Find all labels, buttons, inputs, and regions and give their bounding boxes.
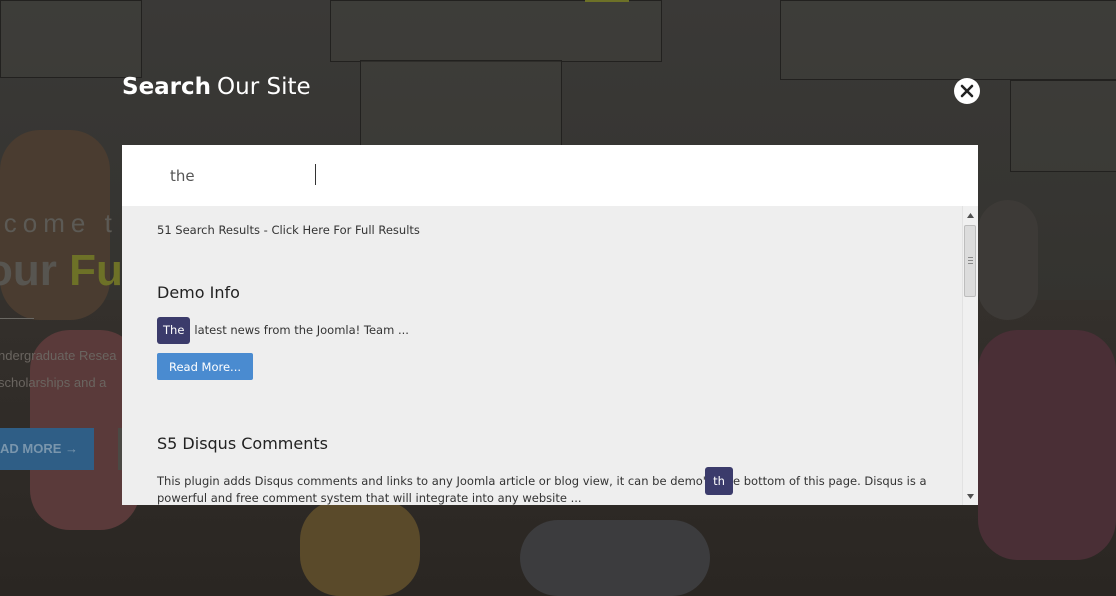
result-snippet-text: This plugin adds Disqus comments and lin…: [157, 474, 729, 488]
background-accent-bar: [585, 0, 629, 2]
background-person: [978, 330, 1116, 560]
result-snippet-text: e bottom of this page. Disqus is a: [733, 474, 927, 488]
background-brick: [360, 60, 562, 147]
page: lcome t our Fu ndergraduate Resea schola…: [0, 0, 1116, 596]
background-person: [300, 500, 420, 596]
overlay-title: Search Our Site: [122, 74, 311, 100]
background-divider: [0, 318, 34, 319]
background-brick: [330, 0, 662, 62]
search-box: [122, 145, 978, 206]
results-scrollbar[interactable]: [962, 206, 978, 505]
background-headline: our Fu: [0, 246, 123, 296]
search-input[interactable]: [166, 161, 934, 191]
background-brick: [780, 0, 1116, 80]
background-headline-prefix: our: [0, 246, 57, 295]
background-welcome-text: lcome t: [0, 208, 118, 238]
read-more-button[interactable]: Read More...: [157, 353, 253, 380]
result-title[interactable]: Demo Info: [157, 283, 240, 302]
result-snippet: This plugin adds Disqus comments and lin…: [157, 473, 729, 490]
result-snippet: The latest news from the Joomla! Team ...: [157, 317, 409, 344]
background-read-more-button: AD MORE →: [0, 428, 94, 470]
scroll-up-arrow-icon[interactable]: [963, 207, 978, 223]
search-highlight: The: [157, 317, 191, 344]
text-caret: [315, 164, 316, 185]
overlay-title-light: Our Site: [217, 74, 311, 100]
search-highlight: th: [705, 467, 733, 495]
results-summary-link[interactable]: 51 Search Results - Click Here For Full …: [157, 223, 420, 237]
overlay-title-bold: Search: [122, 74, 212, 100]
background-text-line: ndergraduate Resea: [0, 348, 117, 363]
background-brick: [1010, 80, 1116, 172]
result-snippet-text: latest news from the Joomla! Team ...: [194, 323, 409, 337]
background-person: [978, 200, 1038, 320]
scroll-down-arrow-icon[interactable]: [963, 488, 978, 504]
background-text-line: scholarships and a: [0, 375, 107, 390]
background-headline-highlight: Fu: [69, 246, 123, 295]
close-icon: [960, 84, 974, 98]
result-title[interactable]: S5 Disqus Comments: [157, 434, 328, 453]
result-snippet-text: powerful and free comment system that wi…: [157, 491, 582, 505]
background-person: [520, 520, 710, 596]
background-brick: [0, 0, 142, 78]
search-results-panel: 51 Search Results - Click Here For Full …: [122, 206, 978, 505]
close-button[interactable]: [954, 78, 980, 104]
scrollbar-thumb[interactable]: [964, 225, 976, 297]
